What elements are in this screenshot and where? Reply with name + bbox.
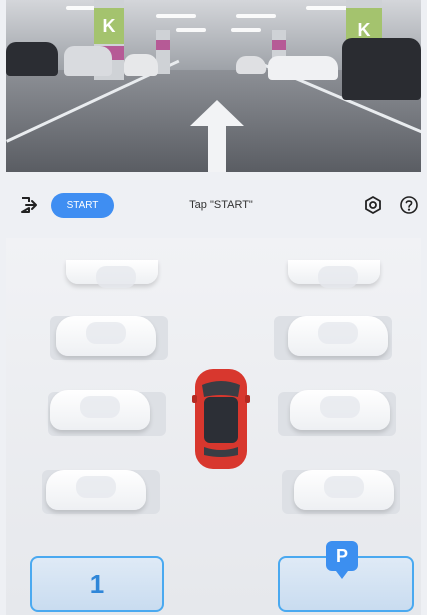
exit-icon[interactable] [18,195,38,215]
parking-pin-icon[interactable]: P [322,541,362,581]
parked-car [268,56,338,80]
parked-car [46,470,146,510]
ceiling-light [236,14,276,18]
parking-pin-label: P [335,546,348,566]
parking-toolbar: START Tap "START" [6,178,421,232]
parked-car [64,46,112,76]
pillar-sign: K [94,8,124,44]
parked-car [6,42,58,76]
parking-pillar [156,30,170,74]
parked-car [342,38,421,100]
start-button[interactable]: START [51,193,114,218]
pillar-band [272,40,286,50]
pillar-band [156,40,170,50]
ceiling-light [156,14,196,18]
camera-view: K K [6,0,421,172]
parked-car [288,316,388,356]
parked-car [290,390,390,430]
parked-car [236,56,266,74]
parked-car [56,316,156,356]
ceiling-light [231,28,261,32]
help-icon[interactable] [398,194,420,216]
ego-car-icon [192,369,250,469]
parked-car [294,470,394,510]
parked-car [124,54,158,76]
parked-car [288,260,380,288]
parked-car [66,260,158,288]
ceiling-light [176,28,206,32]
parking-bay-number: 1 [89,569,105,599]
hint-text: Tap "START" [189,199,253,211]
parking-bay-1[interactable]: 1 [30,556,164,612]
forward-arrow-icon [190,100,244,172]
settings-icon[interactable] [362,194,384,216]
parked-car [50,390,150,430]
